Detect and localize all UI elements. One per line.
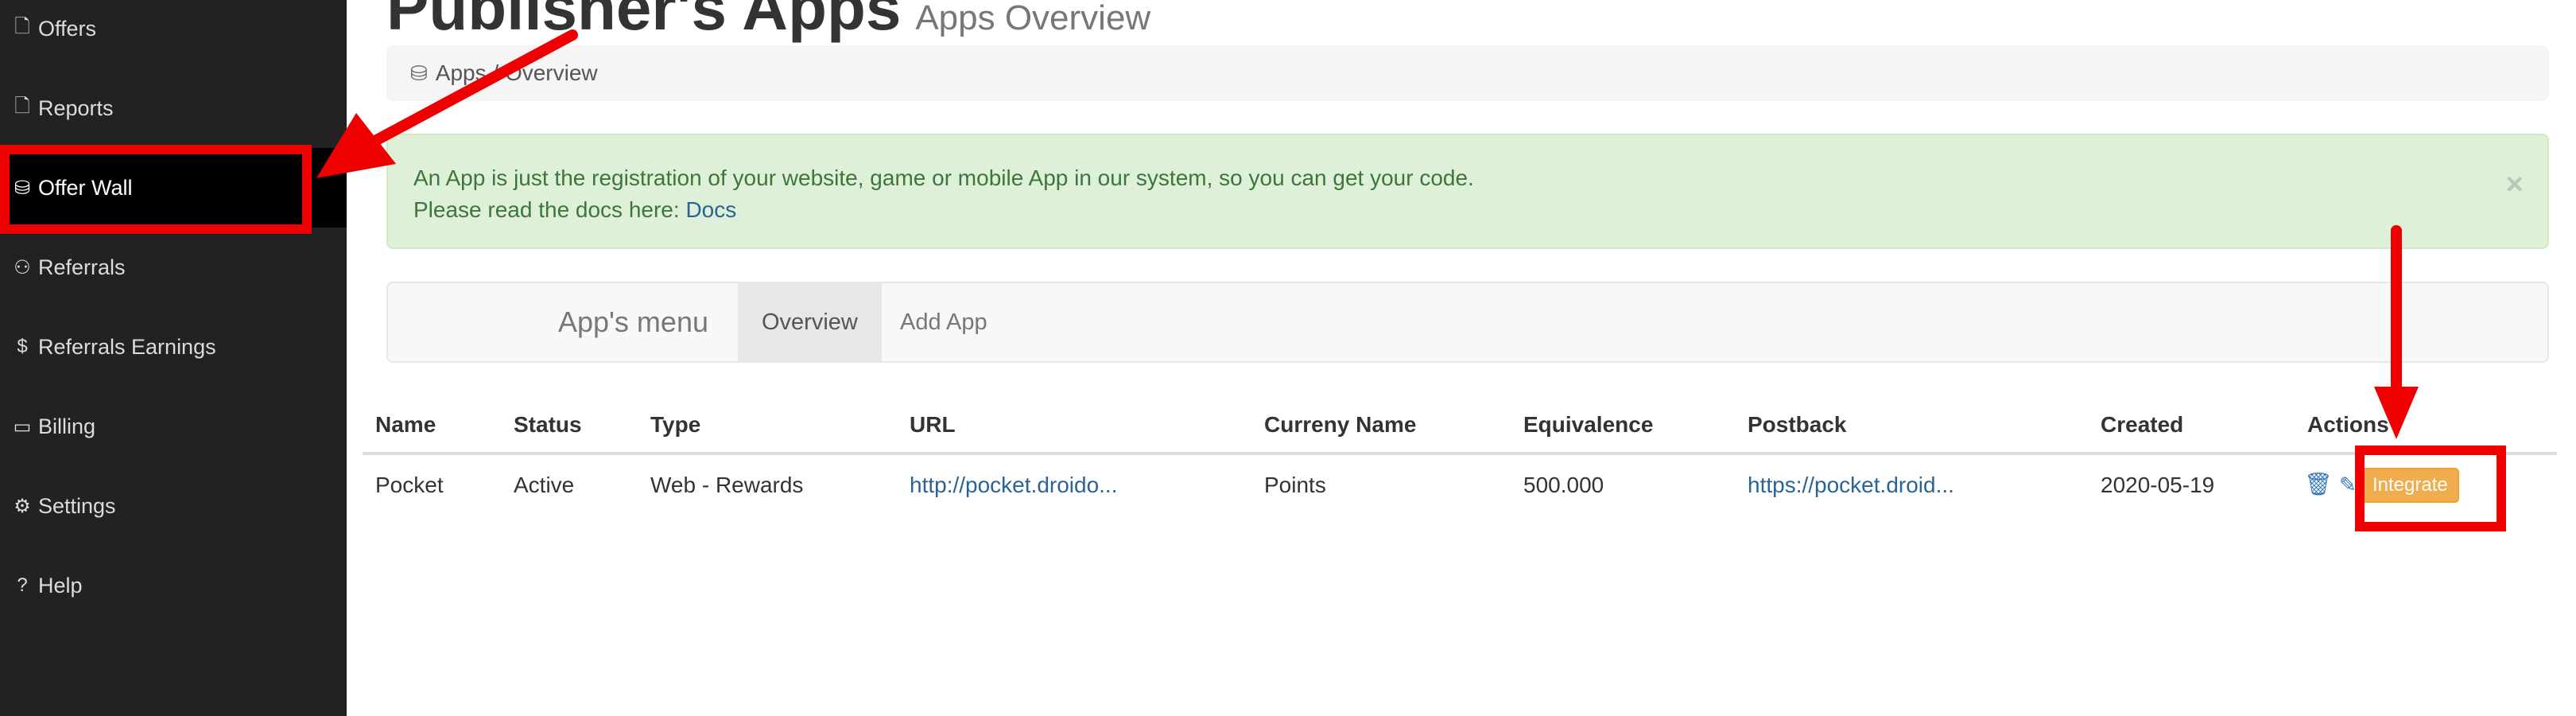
trash-icon[interactable]: 🗑: [2304, 471, 2333, 497]
cell-type: Web - Rewards: [650, 473, 804, 497]
app-menu-navbar: App's menu Overview Add App: [386, 282, 2549, 363]
annotation-highlight-integrate: [2355, 446, 2506, 531]
cubes-icon: ⛁: [410, 60, 428, 85]
sidebar-item-reports[interactable]: 🗋 Reports: [0, 68, 347, 148]
col-header-currency: Curreny Name: [1264, 412, 1417, 437]
document-icon: 🗋: [14, 15, 30, 37]
edit-pencil-icon[interactable]: ✎: [2339, 473, 2357, 497]
info-alert: An App is just the registration of your …: [386, 134, 2549, 249]
sidebar-item-referrals-earnings[interactable]: $ Referrals Earnings: [0, 307, 347, 387]
breadcrumb-text: Apps / Overview: [435, 60, 598, 85]
col-header-name: Name: [375, 412, 436, 437]
cell-postback-link[interactable]: https://pocket.droid...: [1748, 473, 1954, 498]
sidebar-item-label: Referrals Earnings: [38, 334, 216, 359]
alert-line-2: Please read the docs here: Docs: [413, 194, 2522, 226]
table-header: Name Status Type URL Curreny Name Equiva…: [363, 398, 2557, 455]
alert-line-1: An App is just the registration of your …: [413, 165, 1474, 190]
page-title: Publisher's Apps Apps Overview: [386, 0, 1150, 40]
col-header-status: Status: [514, 412, 582, 437]
sidebar-item-settings[interactable]: ⚙ Settings: [0, 466, 347, 546]
sitemap-icon: ⚇: [14, 256, 31, 278]
cell-currency: Points: [1264, 473, 1326, 497]
annotation-highlight-offer-wall: [0, 145, 312, 234]
col-header-actions: Actions: [2307, 412, 2389, 437]
cell-status: Active: [514, 473, 575, 497]
sidebar-item-label: Referrals: [38, 255, 126, 279]
gears-icon: ⚙: [14, 495, 31, 517]
col-header-equivalence: Equivalence: [1523, 412, 1654, 437]
credit-card-icon: ▭: [13, 415, 32, 438]
sidebar: 🗋 Offers 🗋 Reports ⛁ Offer Wall ⚇ Referr…: [0, 0, 347, 716]
main-content: Publisher's Apps Apps Overview ⛁ Apps / O…: [347, 0, 2576, 716]
sidebar-item-label: Offers: [38, 16, 97, 41]
close-icon[interactable]: ×: [2506, 169, 2524, 200]
cell-created: 2020-05-19: [2101, 473, 2215, 497]
document-icon: 🗋: [14, 95, 30, 117]
breadcrumb: ⛁ Apps / Overview: [386, 45, 2549, 101]
sidebar-item-referrals[interactable]: ⚇ Referrals: [0, 228, 347, 307]
tab-add-app[interactable]: Add App: [876, 283, 1011, 361]
cell-name: Pocket: [375, 473, 444, 497]
table-row: Pocket Active Web - Rewards http://pocke…: [363, 455, 2557, 520]
col-header-type: Type: [650, 412, 701, 437]
cell-url-link[interactable]: http://pocket.droido...: [910, 473, 1118, 498]
page-title-text: Publisher's Apps: [386, 0, 902, 43]
page-subtitle: Apps Overview: [915, 0, 1151, 37]
cell-equivalence: 500.000: [1523, 473, 1604, 497]
docs-link[interactable]: Docs: [685, 197, 736, 222]
apps-table: Name Status Type URL Curreny Name Equiva…: [363, 398, 2557, 520]
sidebar-item-label: Reports: [38, 95, 114, 120]
sidebar-item-label: Help: [38, 573, 83, 597]
sidebar-item-help[interactable]: ? Help: [0, 546, 347, 625]
tab-overview[interactable]: Overview: [738, 283, 882, 361]
alert-line-2-text: Please read the docs here:: [413, 197, 686, 222]
sidebar-item-label: Billing: [38, 414, 96, 438]
sidebar-item-label: Settings: [38, 493, 116, 518]
sidebar-item-billing[interactable]: ▭ Billing: [0, 387, 347, 466]
dollar-icon: $: [17, 336, 28, 357]
col-header-created: Created: [2101, 412, 2184, 437]
col-header-url: URL: [910, 412, 956, 437]
app-menu-brand: App's menu: [558, 305, 708, 338]
col-header-postback: Postback: [1748, 412, 1847, 437]
question-icon: ?: [17, 574, 28, 596]
sidebar-item-offers[interactable]: 🗋 Offers: [0, 0, 347, 68]
